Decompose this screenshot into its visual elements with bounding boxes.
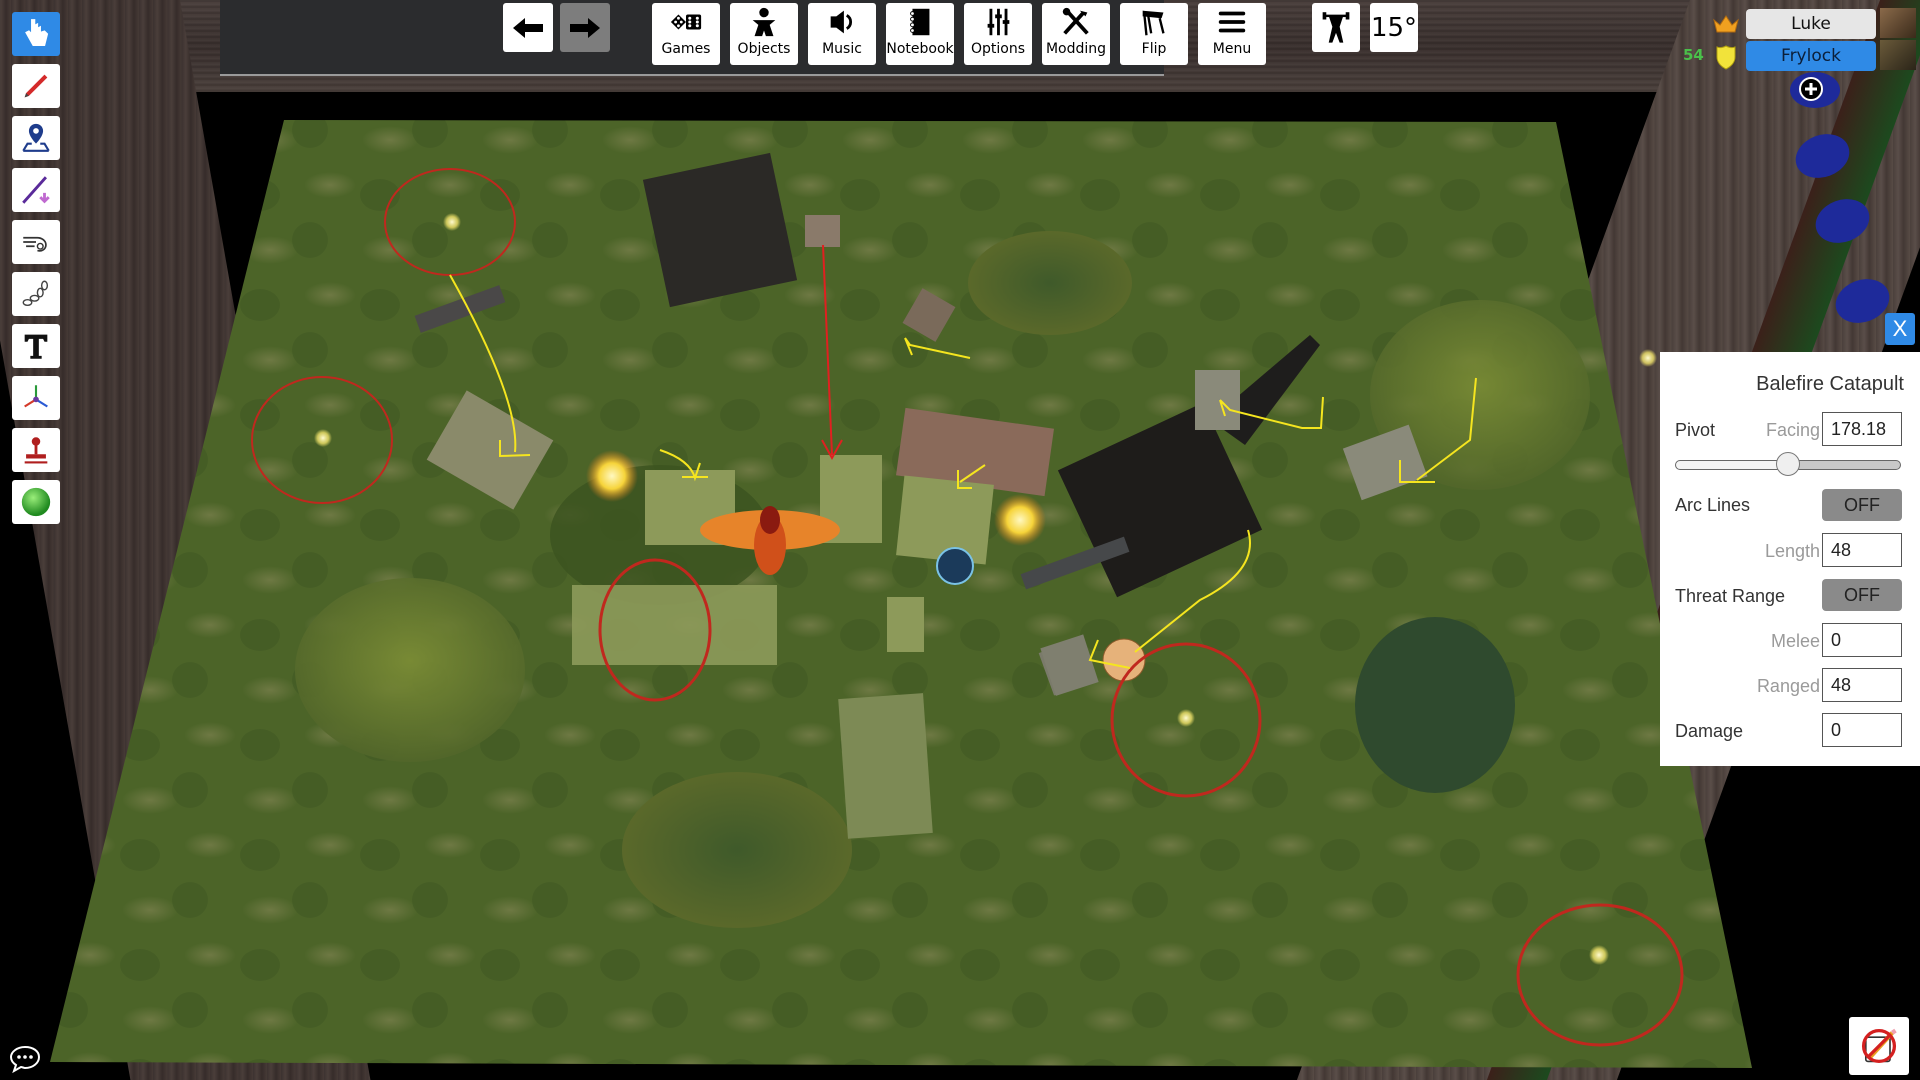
ruined-tower[interactable] — [642, 152, 798, 308]
left-toolbar — [12, 12, 62, 532]
facing-label: Facing — [1765, 420, 1820, 440]
unit-tray[interactable] — [805, 215, 840, 247]
tool-gizmo[interactable] — [12, 376, 60, 420]
shield-badge-icon — [1716, 45, 1736, 70]
pivot-label: Pivot — [1675, 420, 1716, 440]
rotation-snap-button[interactable]: 15° — [1370, 3, 1418, 52]
speaker-icon — [830, 10, 853, 34]
line-measure-icon — [22, 176, 50, 204]
menu-label: Menu — [1212, 41, 1252, 57]
dice-icon — [670, 14, 702, 30]
sliders-icon — [987, 8, 1010, 36]
arrow-left-icon — [513, 17, 543, 38]
notebook-icon — [910, 8, 930, 36]
game-board[interactable] — [0, 0, 1920, 1080]
no-drawing-icon — [1861, 1028, 1897, 1064]
chat-bubble-icon[interactable] — [8, 1044, 42, 1074]
music-label: Music — [822, 41, 862, 57]
text-icon — [24, 334, 48, 359]
forest-terrain[interactable] — [622, 772, 852, 928]
game-viewport[interactable]: Games Objects Music Notebook Options Mod… — [0, 0, 1920, 1080]
forest-terrain[interactable] — [1355, 617, 1515, 793]
unit-tray[interactable] — [887, 597, 924, 652]
notebook-label: Notebook — [886, 41, 954, 57]
flip-button[interactable]: Flip — [1120, 3, 1188, 65]
arrow-right-icon — [570, 17, 600, 38]
tools-icon — [1062, 7, 1089, 35]
hide-drawings-button[interactable] — [1849, 1017, 1909, 1075]
notebook-button[interactable]: Notebook — [886, 3, 954, 65]
hamburger-icon — [1218, 11, 1246, 33]
threat-range-label: Threat Range — [1675, 586, 1786, 606]
options-button[interactable]: Options — [964, 3, 1032, 65]
modding-label: Modding — [1045, 41, 1107, 57]
games-label: Games — [661, 41, 711, 57]
stamp-icon — [24, 437, 48, 464]
fire-spirit[interactable] — [586, 450, 638, 502]
map-pin-icon — [22, 123, 50, 152]
player-luke[interactable]: Luke — [1746, 9, 1876, 39]
music-button[interactable]: Music — [808, 3, 876, 65]
length-input[interactable]: 48 — [1822, 533, 1902, 567]
unit-tray[interactable] — [1195, 370, 1240, 430]
player-score: 54 — [1683, 46, 1704, 64]
damage-input[interactable]: 0 — [1822, 713, 1902, 747]
facing-input[interactable]: 178.18 — [1822, 412, 1902, 446]
panel-title: Balefire Catapult — [1756, 373, 1904, 395]
avatar — [1880, 8, 1916, 38]
forest-terrain[interactable] — [968, 231, 1132, 335]
avatar — [1880, 40, 1916, 70]
objective-marker[interactable] — [1639, 349, 1657, 367]
modding-button[interactable]: Modding — [1042, 3, 1110, 65]
flip-label: Flip — [1141, 41, 1167, 57]
objects-button[interactable]: Objects — [730, 3, 798, 65]
flip-table-icon — [1142, 10, 1165, 36]
flick-hand-icon — [23, 236, 47, 252]
tool-pen[interactable] — [12, 64, 60, 108]
crown-icon — [1713, 15, 1739, 33]
tool-line[interactable] — [12, 168, 60, 212]
player-frylock[interactable]: Frylock — [1746, 41, 1876, 71]
games-button[interactable]: Games — [652, 3, 720, 65]
magic-rune-token[interactable] — [936, 547, 974, 585]
weightlifter-icon — [1322, 11, 1350, 43]
melee-input[interactable]: 0 — [1822, 623, 1902, 657]
chain-icon — [22, 280, 49, 307]
options-label: Options — [970, 41, 1026, 57]
unit-tray[interactable] — [838, 693, 933, 839]
tool-joint[interactable] — [12, 272, 60, 316]
unit-settings-panel: Balefire Catapult Pivot Facing 178.18 Ar… — [1660, 352, 1920, 766]
tool-zone[interactable] — [12, 116, 60, 160]
hill-terrain[interactable] — [295, 578, 525, 762]
axes-icon — [24, 385, 48, 408]
tool-text[interactable] — [12, 324, 60, 368]
meeple-icon — [752, 7, 776, 37]
tool-grab[interactable] — [12, 12, 60, 56]
undo-button[interactable] — [503, 3, 553, 52]
green-sphere-icon — [21, 487, 51, 517]
arc-lines-toggle[interactable]: OFF — [1822, 489, 1902, 521]
pointer-hand-icon — [25, 19, 49, 47]
lift-strength-button[interactable] — [1312, 3, 1360, 52]
pivot-slider-handle[interactable] — [1776, 452, 1800, 476]
objects-label: Objects — [737, 41, 791, 57]
threat-range-toggle[interactable]: OFF — [1822, 579, 1902, 611]
arc-lines-label: Arc Lines — [1675, 495, 1751, 515]
tool-flick[interactable] — [12, 220, 60, 264]
close-panel-button[interactable]: X — [1885, 313, 1915, 345]
tool-decal[interactable] — [12, 480, 60, 524]
damage-label: Damage — [1675, 721, 1744, 741]
redo-button[interactable] — [560, 3, 610, 52]
ranged-label: Ranged — [1756, 676, 1820, 696]
plus-circle-icon[interactable] — [1799, 77, 1823, 101]
board-surface[interactable] — [50, 120, 1752, 1068]
ranged-input[interactable]: 48 — [1822, 668, 1902, 702]
length-label: Length — [1764, 541, 1820, 561]
fire-spirit[interactable] — [994, 494, 1046, 546]
menu-button[interactable]: Menu — [1198, 3, 1266, 65]
pencil-icon — [24, 74, 48, 98]
tool-snap[interactable] — [12, 428, 60, 472]
melee-label: Melee — [1770, 631, 1820, 651]
